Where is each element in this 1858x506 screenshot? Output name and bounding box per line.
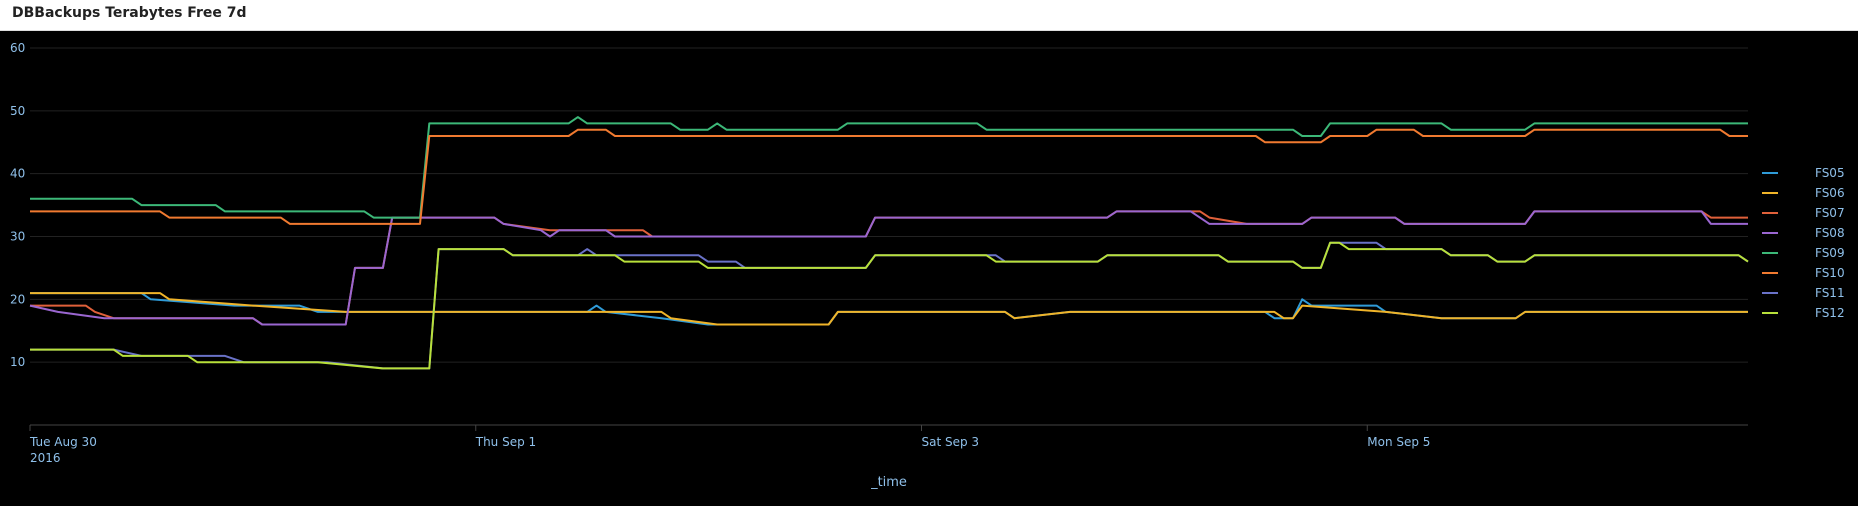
legend-item-fs10[interactable]: FS10 — [1815, 266, 1845, 280]
chart-panel: DBBackups Terabytes Free 7d 10 20 30 40 50 60… — [0, 0, 1858, 506]
grid-lines — [30, 47, 1748, 363]
x-tick-label: Tue Aug 30 — [29, 435, 97, 449]
x-tick-label: Mon Sep 5 — [1367, 435, 1430, 449]
x-axis: Tue Aug 30 2016 Thu Sep 1 Sat Sep 3 Mon Sep … — [29, 425, 1430, 465]
series-line-fs10[interactable] — [30, 128, 1748, 225]
legend-item-fs12[interactable]: FS12 — [1815, 306, 1845, 320]
y-tick-label: 30 — [10, 230, 25, 244]
y-tick-label: 50 — [10, 104, 25, 118]
y-tick-label: 60 — [10, 41, 25, 55]
legend-item-fs09[interactable]: FS09 — [1815, 246, 1845, 260]
y-tick-label: 20 — [10, 292, 25, 306]
x-tick-label: Thu Sep 1 — [475, 435, 536, 449]
legend-item-fs11[interactable]: FS11 — [1815, 286, 1845, 300]
y-tick-label: 10 — [10, 355, 25, 369]
series-line-fs06[interactable] — [30, 292, 1748, 326]
series-lines — [29, 116, 1749, 370]
legend-item-fs07[interactable]: FS07 — [1815, 206, 1845, 220]
line-chart[interactable]: 10 20 30 40 50 60 Tue Aug 30 2016 Thu Sep 1 Sat … — [0, 0, 1858, 506]
y-tick-label: 40 — [10, 167, 25, 181]
x-axis-title: _time — [870, 475, 907, 490]
legend-item-fs08[interactable]: FS08 — [1815, 226, 1845, 240]
legend-item-fs05[interactable]: FS05 — [1815, 166, 1845, 180]
series-line-fs09[interactable] — [30, 116, 1748, 219]
x-tick-label: Sat Sep 3 — [922, 435, 980, 449]
legend-item-fs06[interactable]: FS06 — [1815, 186, 1845, 200]
legend[interactable]: FS05 FS06 FS07 FS08 FS09 FS10 FS11 FS12 — [1762, 166, 1845, 320]
x-tick-sublabel: 2016 — [30, 451, 61, 465]
y-axis: 10 20 30 40 50 60 — [10, 41, 25, 369]
